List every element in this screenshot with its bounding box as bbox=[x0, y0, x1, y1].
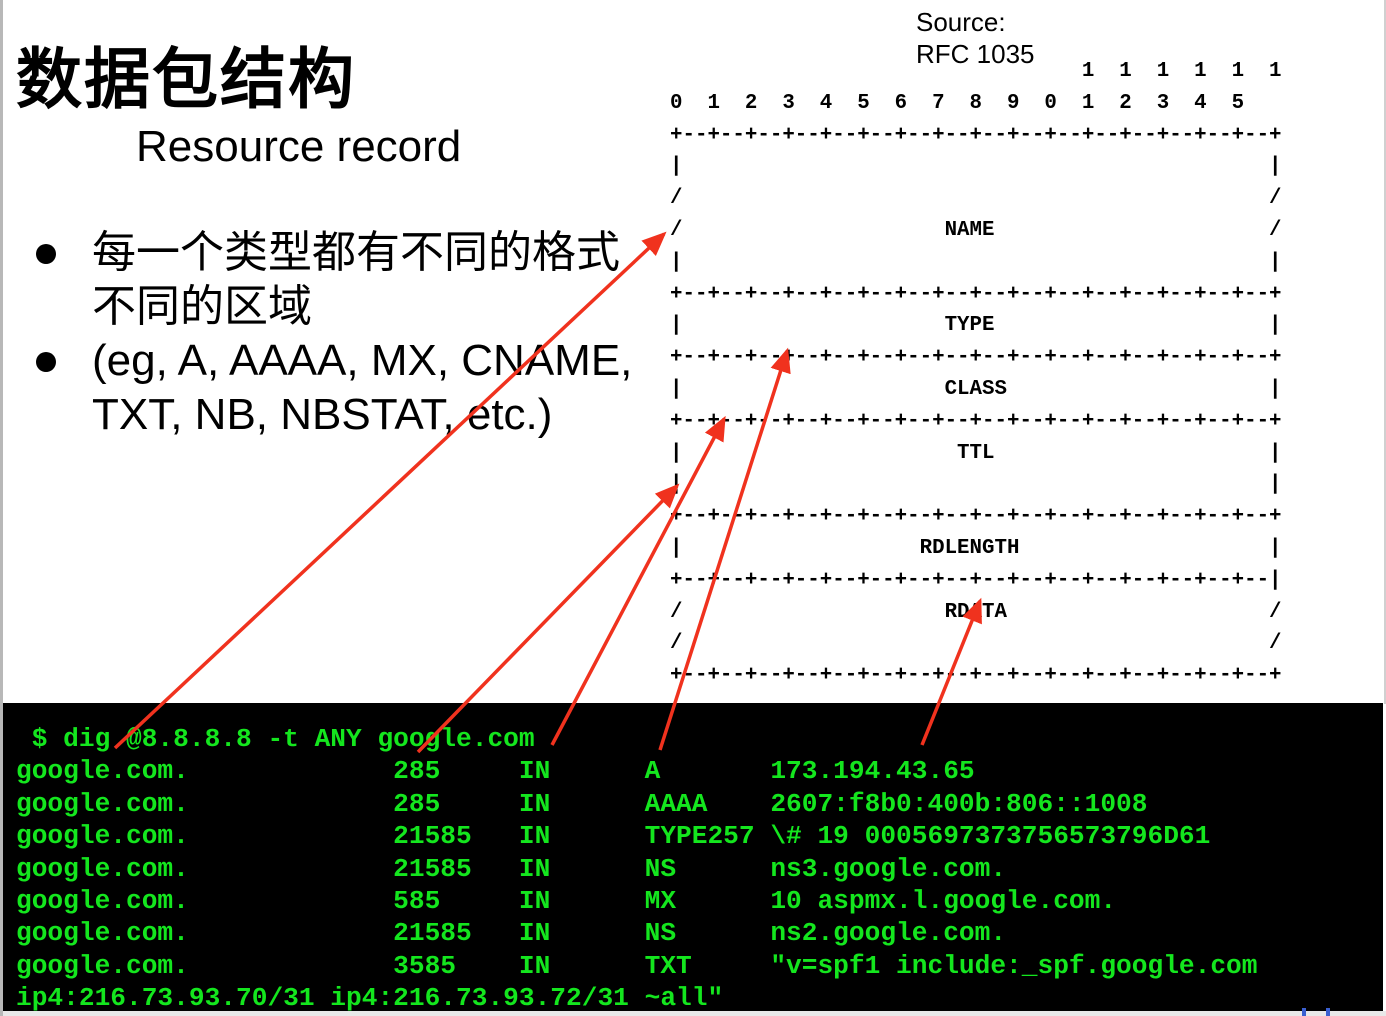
diagram-row: +--+--+--+--+--+--+--+--+--+--+--+--+--+… bbox=[670, 568, 1282, 592]
bullet-line: (eg, A, AAAA, MX, CNAME, bbox=[92, 336, 633, 385]
diagram-row: / / bbox=[670, 187, 1282, 211]
diagram-row: | | bbox=[670, 473, 1282, 497]
record-row: google.com. 585 IN MX 10 aspmx.l.google.… bbox=[16, 886, 1117, 917]
diagram-row: | TYPE | bbox=[670, 314, 1282, 338]
record-continuation: ip4:216.73.93.70/31 ip4:216.73.93.72/31 … bbox=[16, 983, 724, 1014]
diagram-row: | CLASS | bbox=[670, 377, 1282, 401]
terminal-output: $ dig @8.8.8.8 -t ANY google.com google.… bbox=[3, 703, 1383, 1013]
command-line: $ dig @8.8.8.8 -t ANY google.com bbox=[31, 724, 535, 754]
corner-mark bbox=[1326, 1008, 1330, 1016]
diagram-row: +--+--+--+--+--+--+--+--+--+--+--+--+--+… bbox=[670, 505, 1282, 529]
diagram-row: | | bbox=[670, 250, 1282, 274]
record-row: google.com. 21585 IN NS ns3.google.com. bbox=[16, 853, 1007, 884]
diagram-row: / / bbox=[670, 632, 1282, 656]
record-row: google.com. 285 IN AAAA 2607:f8b0:400b:8… bbox=[16, 788, 1148, 819]
diagram-row: | | bbox=[670, 155, 1282, 179]
bullet-list: 每一个类型都有不同的格式 不同的区域 (eg, A, AAAA, MX, CNA… bbox=[30, 226, 632, 442]
bullet-line: 每一个类型都有不同的格式 bbox=[92, 228, 620, 277]
bullet-dot-icon bbox=[36, 352, 56, 372]
corner-mark bbox=[1302, 1008, 1306, 1016]
bullet-item: 每一个类型都有不同的格式 不同的区域 bbox=[30, 226, 632, 334]
bullet-line: TXT, NB, NBSTAT, etc.) bbox=[92, 390, 553, 439]
source-label: Source: bbox=[916, 7, 1006, 37]
diagram-row: / RDATA / bbox=[670, 600, 1282, 624]
dig-output: $ dig @8.8.8.8 -t ANY google.com google.… bbox=[16, 723, 1258, 1015]
diagram-row: +--+--+--+--+--+--+--+--+--+--+--+--+--+… bbox=[670, 664, 1282, 688]
slide-bottom-border bbox=[3, 1011, 1386, 1016]
diagram-row: / NAME / bbox=[670, 218, 1282, 242]
record-row: google.com. 21585 IN TYPE257 \# 19 00056… bbox=[16, 821, 1211, 852]
bullet-line: 不同的区域 bbox=[92, 282, 312, 331]
bit-header-row: 1 1 1 1 1 1 bbox=[1081, 60, 1282, 83]
diagram-row: +--+--+--+--+--+--+--+--+--+--+--+--+--+… bbox=[670, 282, 1282, 306]
diagram-row: +--+--+--+--+--+--+--+--+--+--+--+--+--+… bbox=[670, 346, 1282, 370]
rr-format-diagram: 1 1 1 1 1 1 0 1 2 3 4 5 6 7 8 9 0 1 2 3 … bbox=[670, 56, 1282, 692]
record-row: google.com. 285 IN A 173.194.43.65 bbox=[16, 756, 975, 787]
bullet-dot-icon bbox=[36, 244, 56, 264]
bullet-item: (eg, A, AAAA, MX, CNAME, TXT, NB, NBSTAT… bbox=[30, 334, 632, 442]
diagram-row: | RDLENGTH | bbox=[670, 536, 1282, 560]
slide-subtitle: Resource record bbox=[136, 122, 462, 171]
record-row: google.com. 3585 IN TXT "v=spf1 include:… bbox=[16, 950, 1258, 981]
record-row: google.com. 21585 IN NS ns2.google.com. bbox=[16, 918, 1007, 949]
diagram-row: | TTL | bbox=[670, 441, 1282, 465]
slide-title: 数据包结构 bbox=[16, 41, 356, 118]
bit-header-row: 0 1 2 3 4 5 6 7 8 9 0 1 2 3 4 5 bbox=[670, 91, 1245, 115]
diagram-row: +--+--+--+--+--+--+--+--+--+--+--+--+--+… bbox=[670, 123, 1282, 147]
diagram-row: +--+--+--+--+--+--+--+--+--+--+--+--+--+… bbox=[670, 409, 1282, 433]
